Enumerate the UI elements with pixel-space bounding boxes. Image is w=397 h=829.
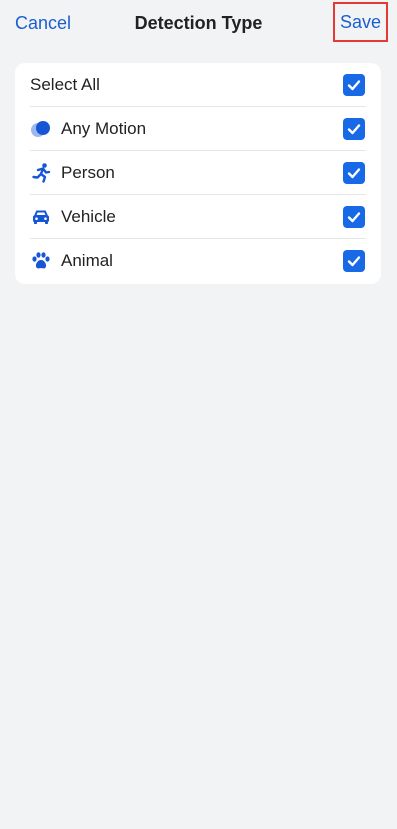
list-item-vehicle[interactable]: Vehicle xyxy=(30,195,366,239)
paw-icon xyxy=(30,250,52,272)
list-item-any-motion[interactable]: Any Motion xyxy=(30,107,366,151)
checkmark-icon xyxy=(347,168,361,179)
list-item-label: Any Motion xyxy=(61,119,147,138)
vehicle-checkbox[interactable] xyxy=(343,206,365,228)
checkmark-icon xyxy=(347,212,361,223)
person-checkbox[interactable] xyxy=(343,162,365,184)
detection-type-screen: Cancel Detection Type Save Select All An… xyxy=(0,0,397,829)
list-item-select-all[interactable]: Select All xyxy=(30,63,366,107)
car-icon xyxy=(30,206,52,228)
checkmark-icon xyxy=(347,80,361,91)
checkmark-icon xyxy=(347,256,361,267)
animal-checkbox[interactable] xyxy=(343,250,365,272)
motion-icon xyxy=(30,118,52,140)
navigation-bar: Cancel Detection Type Save xyxy=(0,0,397,50)
any-motion-checkbox[interactable] xyxy=(343,118,365,140)
list-item-label: Person xyxy=(61,163,115,182)
list-item-label: Animal xyxy=(61,251,113,270)
detection-type-list: Select All Any Motion Person Vehicle Ani… xyxy=(15,63,381,284)
checkmark-icon xyxy=(347,124,361,135)
list-item-label: Select All xyxy=(30,75,100,94)
list-item-animal[interactable]: Animal xyxy=(30,239,366,283)
list-item-label: Vehicle xyxy=(61,207,116,226)
list-item-person[interactable]: Person xyxy=(30,151,366,195)
running-person-icon xyxy=(30,162,52,184)
save-button[interactable]: Save xyxy=(333,2,388,42)
select-all-checkbox[interactable] xyxy=(343,74,365,96)
